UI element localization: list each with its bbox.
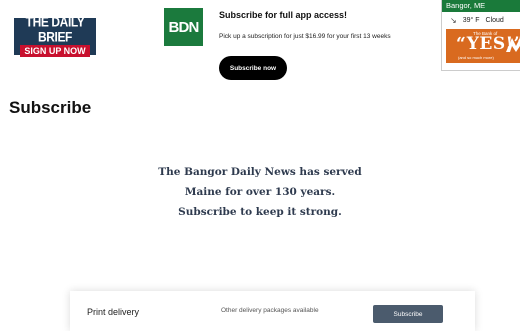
plan-card-print-delivery: Print delivery Other delivery packages a… [70, 291, 475, 331]
tagline-line: Maine for over 130 years. [184, 186, 336, 198]
weather-widget[interactable]: Bangor, ME ↘ 39° F Cloud The Bank of “YE… [441, 0, 520, 71]
weather-location: Bangor, ME [442, 0, 520, 12]
tagline: The Bangor Daily News has served Maine f… [0, 162, 520, 222]
bank-ad[interactable]: The Bank of “YES!” (and so much more) [446, 29, 520, 63]
bdn-logo: BDN [164, 8, 203, 46]
promo-description: Pick up a subscription for just $16.99 f… [219, 33, 391, 40]
bank-ad-footnote: (and so much more) [458, 55, 494, 60]
tagline-line: The Bangor Daily News has served [158, 166, 362, 178]
subscribe-button[interactable]: Subscribe [373, 305, 443, 323]
bank-logo-icon [506, 38, 520, 52]
promo-title: Subscribe for full app access! [219, 10, 348, 20]
plan-title: Print delivery [87, 307, 140, 317]
weather-condition: Cloud [485, 17, 504, 24]
page-title: Subscribe [9, 98, 92, 117]
other-packages-link[interactable]: Other delivery packages available [221, 307, 319, 314]
daily-brief-signup-button[interactable]: SIGN UP NOW [20, 44, 90, 57]
wind-icon: ↘ [450, 16, 457, 25]
subscribe-now-button[interactable]: Subscribe now [219, 56, 287, 80]
weather-temperature: 39° F [462, 17, 480, 24]
tagline-line: Subscribe to keep it strong. [178, 206, 342, 218]
weather-current: ↘ 39° F Cloud [442, 12, 520, 29]
daily-brief-title: THE DAILY BRIEF [25, 13, 85, 45]
daily-brief-signup-banner[interactable]: THE DAILY BRIEF SIGN UP NOW [14, 13, 96, 57]
